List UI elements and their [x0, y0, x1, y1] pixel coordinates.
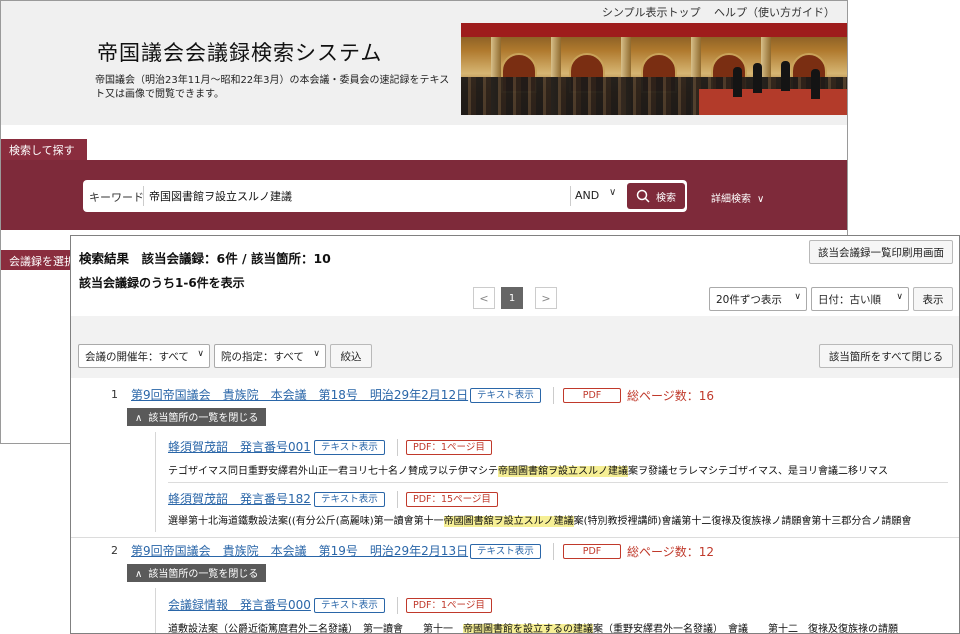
pager-prev-button[interactable]: < — [473, 287, 495, 309]
snippet-text: 道敷設法案（公爵近衞篤麿君外二名發議） 第一讀會 第十一 — [168, 624, 463, 634]
advanced-search-link[interactable]: 詳細検索 ∨ — [711, 190, 764, 205]
per-page-select[interactable]: 20件ずつ表示 ∨ — [709, 287, 807, 311]
search-icon — [636, 189, 650, 203]
results-subheading: 該当会議録のうち1-6件を表示 — [79, 276, 245, 290]
collapse-hits-label: 該当箇所の一覧を閉じる — [148, 569, 259, 580]
record-number: 1 — [111, 388, 118, 401]
hit-speaker-link[interactable]: 蜂須賀茂韶 発言番号001 — [168, 438, 311, 455]
hit-speaker-link[interactable]: 会議録情報 発言番号000 — [168, 596, 311, 613]
advanced-search-label: 詳細検索 — [711, 194, 751, 205]
snippet-text: 案（重野安繹君外一名發議） 會議 第十二 復祿及復族祿の請願 — [593, 624, 898, 634]
record-title-link[interactable]: 第9回帝国議会 貴族院 本会議 第19号 明治29年2月13日 — [131, 542, 468, 559]
chevron-down-icon: ∨ — [197, 349, 204, 359]
collapse-hits-button[interactable]: ∧ 該当箇所の一覧を閉じる — [127, 564, 267, 582]
house-filter-select[interactable]: 院の指定：すべて ∨ — [214, 344, 326, 368]
search-box: キーワード AND ∨ 検索 — [83, 180, 687, 212]
chevron-down-icon: ∨ — [794, 292, 801, 302]
filter-button[interactable]: 絞込 — [330, 344, 372, 368]
pdf-tag[interactable]: PDF — [563, 544, 621, 559]
chevron-down-icon: ∨ — [757, 194, 765, 205]
page-count: 総ページ数：16 — [627, 389, 715, 403]
house-filter-value: 院の指定：すべて — [221, 351, 304, 363]
hit-list: 蜂須賀茂韶 発言番号001 テキスト表示 PDF：1ページ目 テゴザイマス同日重… — [155, 432, 959, 532]
site-title: 帝国議会会議録検索システム — [97, 41, 383, 65]
site-description: 帝国議会（明治23年11月～昭和22年3月）の本会議・委員会の速記録をテキスト又… — [95, 75, 450, 100]
chevron-down-icon: ∨ — [609, 187, 617, 198]
chevron-down-icon: ∨ — [313, 349, 320, 359]
snippet-text: 選舉第十北海道鐵敷設法案((有分公斤(高麗味)第一讀會第十一 — [168, 516, 444, 527]
keyword-input[interactable] — [149, 185, 567, 207]
hit-snippet: 道敷設法案（公爵近衞篤麿君外二名發議） 第一讀會 第十一 帝國圖書館を設立するの… — [168, 620, 898, 634]
chevron-down-icon: ∨ — [896, 292, 903, 302]
hit-speaker-link[interactable]: 蜂須賀茂韶 発言番号182 — [168, 490, 311, 507]
snippet-text: 案ヲ發議セラレマシテゴザイマス、是ヨリ會議二移リマス — [628, 466, 888, 477]
per-page-value: 20件ずつ表示 — [716, 294, 782, 306]
snippet-text: 案(特別教授裡講師)會議第十二復祿及復族祿ノ請願會第十三郡分合ノ請願會 — [573, 516, 912, 527]
pager-current-page[interactable]: 1 — [501, 287, 523, 309]
collapse-hits-button[interactable]: ∧ 該当箇所の一覧を閉じる — [127, 408, 267, 426]
snippet-highlight: 帝國圖書館を設立するの建議 — [463, 624, 593, 634]
chevron-up-icon: ∧ — [135, 413, 143, 424]
simple-top-link[interactable]: シンプル表示トップ — [602, 6, 701, 19]
page-count: 総ページ数：12 — [627, 545, 715, 559]
sort-select[interactable]: 日付：古い順 ∨ — [811, 287, 909, 311]
help-link[interactable]: ヘルプ（使い方ガイド） — [714, 6, 835, 19]
sort-value: 日付：古い順 — [818, 294, 881, 306]
text-view-tag[interactable]: テキスト表示 — [314, 598, 385, 613]
hit-list: 会議録情報 発言番号000 テキスト表示 PDF：1ページ目 道敷設法案（公爵近… — [155, 588, 959, 634]
pager-next-button[interactable]: > — [535, 287, 557, 309]
operator-select[interactable]: AND — [575, 189, 599, 202]
site-header: シンプル表示トップ ヘルプ（使い方ガイド） 帝国議会会議録検索システム 帝国議会… — [1, 1, 847, 125]
year-filter-select[interactable]: 会議の開催年：すべて ∨ — [78, 344, 210, 368]
snippet-highlight: 帝國圖書舘ヲ設立スルノ建議 — [443, 516, 574, 527]
top-links: シンプル表示トップ ヘルプ（使い方ガイド） — [592, 4, 835, 20]
text-view-tag[interactable]: テキスト表示 — [314, 440, 385, 455]
pdf-tag[interactable]: PDF：1ページ目 — [406, 440, 492, 455]
text-view-tag[interactable]: テキスト表示 — [470, 388, 541, 403]
tab-search[interactable]: 検索して探す — [1, 139, 87, 160]
record-number: 2 — [111, 544, 118, 557]
search-button[interactable]: 検索 — [627, 183, 685, 209]
year-filter-value: 会議の開催年：すべて — [85, 351, 189, 363]
hit-snippet: テゴザイマス同日重野安繹君外山正一君ヨリ七十名ノ賛成ヲ以テ伊マシテ帝國圖書舘ヲ設… — [168, 462, 888, 477]
snippet-text: テゴザイマス同日重野安繹君外山正一君ヨリ七十名ノ賛成ヲ以テ伊マシテ — [168, 466, 498, 477]
collapse-hits-label: 該当箇所の一覧を閉じる — [148, 413, 259, 424]
header-painting — [461, 23, 847, 115]
pdf-tag[interactable]: PDF：15ページ目 — [406, 492, 498, 507]
record-title-link[interactable]: 第9回帝国議会 貴族院 本会議 第18号 明治29年2月12日 — [131, 386, 468, 403]
text-view-tag[interactable]: テキスト表示 — [470, 544, 541, 559]
keyword-label: キーワード — [89, 191, 144, 204]
text-view-tag[interactable]: テキスト表示 — [314, 492, 385, 507]
tab-select-record[interactable]: 会議録を選択 — [1, 250, 81, 270]
print-list-button[interactable]: 該当会議録一覧印刷用画面 — [809, 240, 953, 264]
search-button-label: 検索 — [656, 192, 676, 204]
pdf-tag[interactable]: PDF：1ページ目 — [406, 598, 492, 613]
hit-snippet: 選舉第十北海道鐵敷設法案((有分公斤(高麗味)第一讀會第十一帝國圖書舘ヲ設立スル… — [168, 512, 911, 527]
snippet-highlight: 帝國圖書舘ヲ設立スルノ建議 — [498, 466, 628, 477]
chevron-up-icon: ∧ — [135, 569, 143, 580]
show-button[interactable]: 表示 — [913, 287, 953, 311]
results-heading: 検索結果 該当会議録：6件 / 該当箇所：10 — [79, 251, 331, 266]
pdf-tag[interactable]: PDF — [563, 388, 621, 403]
results-window: 検索結果 該当会議録：6件 / 該当箇所：10 該当会議録のうち1-6件を表示 … — [70, 235, 960, 634]
close-all-button[interactable]: 該当箇所をすべて閉じる — [819, 344, 953, 368]
